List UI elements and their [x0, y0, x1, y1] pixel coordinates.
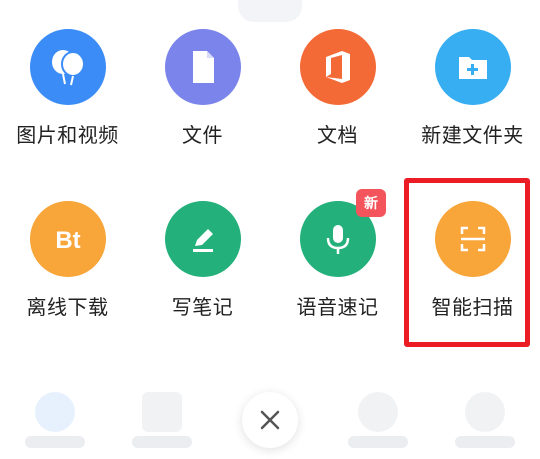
menu-item-label: 文件 [182, 123, 223, 147]
ghost-nav-folder-icon [142, 392, 182, 432]
photos-balloon-icon [30, 29, 106, 105]
ghost-nav-label [348, 436, 408, 448]
menu-item-label: 图片和视频 [16, 123, 119, 147]
ghost-nav-home-icon [35, 392, 75, 432]
menu-item-label: 写笔记 [171, 295, 234, 319]
menu-item-label: 离线下载 [26, 295, 109, 319]
pencil-note-icon [165, 201, 241, 277]
file-icon [165, 29, 241, 105]
close-button[interactable] [242, 392, 298, 448]
highlight-box [404, 178, 530, 347]
ghost-nav-chat-icon [358, 392, 398, 432]
menu-item-label: 文档 [317, 123, 358, 147]
svg-text:Bt: Bt [55, 227, 80, 254]
ghost-nav-profile-icon [465, 392, 505, 432]
close-icon [260, 410, 280, 430]
ghost-nav-label [25, 436, 85, 448]
new-folder-icon [435, 29, 511, 105]
ghost-nav-label [132, 436, 192, 448]
bt-download-icon: Bt [30, 201, 106, 277]
menu-item-label: 新建文件夹 [421, 123, 524, 147]
new-badge: 新 [356, 189, 386, 217]
menu-item-label: 语音速记 [296, 295, 379, 319]
ghost-nav-label [455, 436, 515, 448]
office-doc-icon [300, 29, 376, 105]
